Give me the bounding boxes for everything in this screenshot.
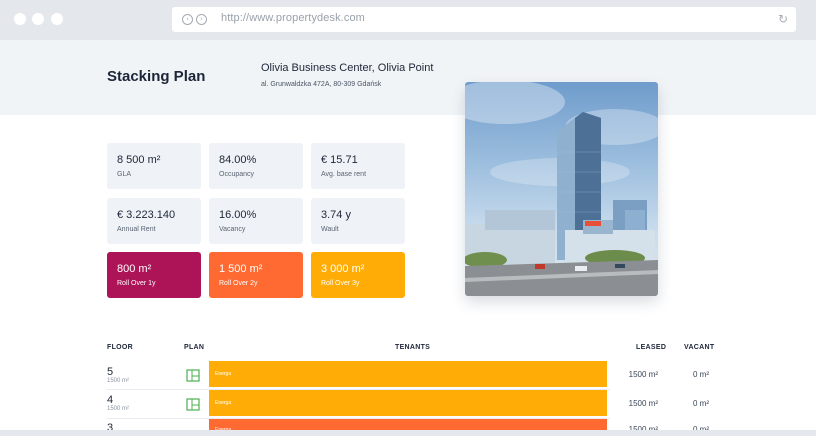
chevron-right-icon[interactable]: › bbox=[196, 14, 207, 25]
floor-area: 1500 m² bbox=[107, 406, 130, 412]
stat-label: GLA bbox=[117, 171, 132, 178]
column-header-plan: PLAN bbox=[184, 344, 205, 351]
leased-area: 1500 m² bbox=[628, 399, 658, 408]
tenant-name: Energa bbox=[215, 400, 232, 406]
stat-label: Wault bbox=[321, 226, 339, 233]
browser-toolbar: ‹ › http://www.propertydesk.com ↻ bbox=[0, 0, 816, 40]
stat-label: Vacancy bbox=[219, 226, 246, 233]
stat-card-gla: 8 500 m² GLA bbox=[107, 143, 201, 189]
stat-card-wault: 3.74 y Wault bbox=[311, 198, 405, 244]
stat-card-avg-base-rent: € 15.71 Avg. base rent bbox=[311, 143, 405, 189]
building-address: al. Grunwaldzka 472A, 80-309 Gdańsk bbox=[261, 81, 382, 88]
column-header-leased: LEASED bbox=[636, 344, 667, 351]
stat-card-vacancy: 16.00% Vacancy bbox=[209, 198, 303, 244]
stat-label: Occupancy bbox=[219, 171, 255, 178]
tenant-bar[interactable]: Energa bbox=[209, 390, 607, 416]
building-name: Olivia Business Center, Olivia Point bbox=[261, 62, 434, 74]
page-title: Stacking Plan bbox=[107, 68, 206, 85]
floor-area: 1500 m² bbox=[107, 378, 130, 384]
rollover-label: Roll Over 2y bbox=[219, 280, 258, 287]
rollover-value: 800 m² bbox=[117, 263, 152, 275]
stat-label: Annual Rent bbox=[117, 226, 156, 233]
rollover-label: Roll Over 3y bbox=[321, 280, 360, 287]
tenant-bar[interactable]: Energa bbox=[209, 361, 607, 387]
building-photo bbox=[465, 82, 658, 296]
tenant-name: Energa bbox=[215, 371, 232, 377]
floor-plan-icon[interactable] bbox=[186, 397, 200, 411]
stat-card-annual-rent: € 3.223.140 Annual Rent bbox=[107, 198, 201, 244]
rollover-label: Roll Over 1y bbox=[117, 280, 156, 287]
window-bottom-edge bbox=[0, 430, 816, 436]
window-close-dot[interactable] bbox=[14, 13, 26, 25]
floor-number: 4 bbox=[107, 394, 114, 406]
rollover-card-2y[interactable]: 1 500 m² Roll Over 2y bbox=[209, 252, 303, 298]
reload-icon[interactable]: ↻ bbox=[778, 12, 788, 26]
rollover-value: 1 500 m² bbox=[219, 263, 263, 275]
rollover-value: 3 000 m² bbox=[321, 263, 365, 275]
stat-value: 3.74 y bbox=[321, 209, 351, 221]
stat-value: 84.00% bbox=[219, 154, 257, 166]
vacant-area: 0 m² bbox=[693, 399, 709, 408]
chevron-left-icon[interactable]: ‹ bbox=[182, 14, 193, 25]
column-header-tenants: TENANTS bbox=[395, 344, 431, 351]
url-text[interactable]: http://www.propertydesk.com bbox=[221, 12, 365, 24]
address-bar[interactable]: ‹ › http://www.propertydesk.com ↻ bbox=[172, 7, 796, 32]
rollover-card-3y[interactable]: 3 000 m² Roll Over 3y bbox=[311, 252, 405, 298]
stat-value: 8 500 m² bbox=[117, 154, 161, 166]
stat-value: € 3.223.140 bbox=[117, 209, 176, 221]
leased-area: 1500 m² bbox=[628, 370, 658, 379]
vacant-area: 0 m² bbox=[693, 370, 709, 379]
stat-card-occupancy: 84.00% Occupancy bbox=[209, 143, 303, 189]
stat-value: 16.00% bbox=[219, 209, 257, 221]
floor-number: 5 bbox=[107, 366, 114, 378]
column-header-floor: FLOOR bbox=[107, 344, 133, 351]
window-maximize-dot[interactable] bbox=[51, 13, 63, 25]
window-minimize-dot[interactable] bbox=[32, 13, 44, 25]
rollover-card-1y[interactable]: 800 m² Roll Over 1y bbox=[107, 252, 201, 298]
stat-value: € 15.71 bbox=[321, 154, 358, 166]
stat-label: Avg. base rent bbox=[321, 171, 367, 178]
column-header-vacant: VACANT bbox=[684, 344, 715, 351]
floor-plan-icon[interactable] bbox=[186, 368, 200, 382]
